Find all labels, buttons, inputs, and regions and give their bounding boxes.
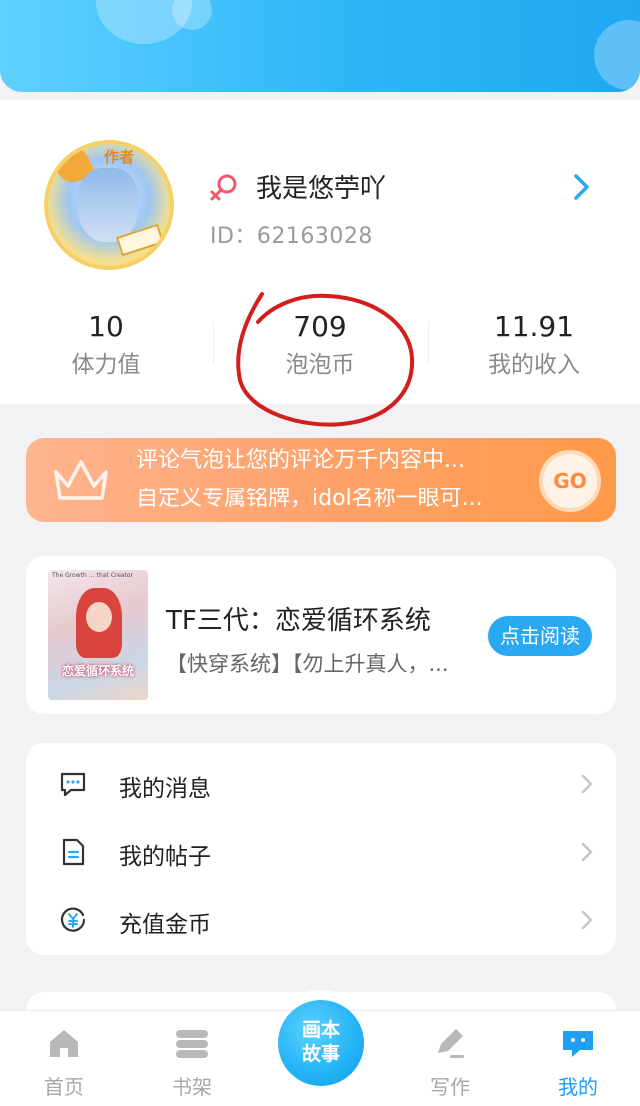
tab-label: 写作 — [430, 1075, 470, 1099]
message-icon — [60, 772, 86, 797]
menu-item-recharge[interactable]: 充值金币 — [26, 885, 616, 951]
top-banner — [0, 0, 640, 92]
cover-face — [86, 602, 112, 632]
chevron-right-icon[interactable] — [566, 172, 596, 202]
home-icon — [50, 1030, 78, 1057]
stat-stamina[interactable]: 10 体力值 — [6, 310, 206, 379]
vip-promo-text: 自定义专属铭牌，idol名称一眼可... — [136, 488, 483, 511]
avatar-figure — [78, 168, 138, 242]
menu-item-label: 充值金币 — [119, 912, 211, 938]
menu-item-messages[interactable]: 我的消息 — [26, 749, 616, 815]
tab-label: 我的 — [558, 1075, 598, 1099]
cover-title: 恋爱循环系统 — [61, 664, 134, 678]
recent-book-card[interactable]: The Growth … that Creator 恋爱循环系统 TF三代：恋爱… — [26, 556, 616, 714]
crown-icon — [54, 460, 108, 500]
menu-item-label: 我的帖子 — [119, 844, 211, 870]
stat-income[interactable]: 11.91 我的收入 — [434, 310, 634, 379]
bubble-coins-value: 709 — [293, 310, 347, 343]
cover-header-text: The Growth … that Creator — [52, 572, 134, 579]
vip-promo-text: 评论气泡让您的评论万千内容中... — [136, 448, 465, 472]
document-icon — [62, 838, 85, 866]
tab-home[interactable]: 首页 — [24, 1025, 104, 1100]
chat-bubble-icon — [563, 1031, 593, 1057]
female-gender-icon — [210, 174, 237, 201]
stamina-value: 10 — [88, 310, 124, 343]
book-cover[interactable]: The Growth … that Creator 恋爱循环系统 — [48, 570, 148, 700]
create-story-label: 画本 — [301, 1019, 340, 1041]
user-id: ID：62163028 — [210, 224, 373, 249]
tab-label: 书架 — [172, 1075, 212, 1099]
stat-divider — [213, 322, 214, 364]
income-label: 我的收入 — [488, 352, 580, 378]
stat-divider — [428, 322, 429, 364]
stat-bubble-coins[interactable]: 709 泡泡币 — [220, 310, 420, 379]
chevron-right-icon — [581, 842, 593, 862]
user-nickname: 我是悠苧吖 — [256, 174, 387, 204]
read-button[interactable]: 点击阅读 — [488, 616, 592, 656]
menu-item-label: 我的消息 — [119, 776, 211, 802]
decorative-bubble — [594, 20, 640, 90]
bubble-coins-label: 泡泡币 — [285, 352, 355, 378]
author-badge: 作者 — [104, 148, 135, 166]
go-button[interactable]: GO — [539, 450, 601, 512]
chevron-right-icon — [581, 774, 593, 794]
chevron-right-icon — [581, 910, 593, 930]
yuan-coin-icon — [60, 907, 86, 932]
income-value: 11.91 — [493, 310, 575, 343]
menu-card: 我的消息 我的帖子 充值金币 — [26, 743, 616, 955]
book-title[interactable]: TF三代：恋爱循环系统 — [166, 600, 431, 637]
pencil-icon — [438, 1029, 464, 1058]
tab-write[interactable]: 写作 — [410, 1025, 490, 1100]
tab-label: 首页 — [44, 1075, 84, 1099]
tab-bookshelf[interactable]: 书架 — [152, 1025, 232, 1100]
book-description: 【快穿系统】【勿上升真人，... — [166, 652, 449, 676]
bookshelf-icon — [176, 1030, 208, 1058]
stamina-label: 体力值 — [71, 352, 141, 378]
create-story-button[interactable]: 画本 故事 — [278, 1000, 364, 1086]
vip-promo-banner[interactable]: 评论气泡让您的评论万千内容中... 自定义专属铭牌，idol名称一眼可... G… — [26, 438, 616, 522]
menu-item-posts[interactable]: 我的帖子 — [26, 817, 616, 883]
tab-mine[interactable]: 我的 — [538, 1025, 618, 1100]
create-story-label: 故事 — [301, 1043, 340, 1065]
